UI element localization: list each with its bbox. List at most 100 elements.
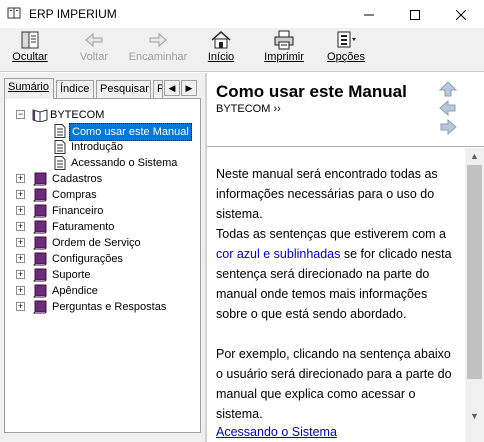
options-icon — [337, 31, 356, 48]
tree-node-topic[interactable]: Acessando o Sistema — [5, 155, 200, 171]
expand-icon[interactable]: + — [16, 222, 25, 231]
close-button[interactable] — [438, 0, 484, 28]
hide-pane-icon — [21, 31, 39, 49]
scroll-down-button[interactable]: ▼ — [465, 408, 484, 425]
help-book-icon — [7, 7, 21, 19]
tree-node-label: Financeiro — [52, 205, 104, 217]
tree-node-book[interactable]: + Cadastros — [5, 171, 200, 187]
tree-node-label: Introdução — [71, 141, 123, 153]
home-icon — [211, 30, 231, 49]
tree-node-book[interactable]: + Ordem de Serviço — [5, 235, 200, 251]
expand-icon[interactable]: + — [16, 286, 25, 295]
closed-book-icon — [32, 204, 47, 218]
maximize-button[interactable] — [392, 0, 438, 28]
tree-node-topic[interactable]: Como usar este Manual — [5, 123, 200, 141]
tab-scroll-right-button[interactable]: ▶ — [181, 80, 197, 96]
nav-tabs: Sumário Índice Pesquisar F ◀ ▶ — [4, 78, 201, 99]
expand-icon[interactable]: + — [16, 206, 25, 215]
tree-node-label: Compras — [52, 189, 97, 201]
tree-node-label: Apêndice — [52, 285, 98, 297]
minimize-button[interactable] — [346, 0, 392, 28]
tree-node-book[interactable]: + Suporte — [5, 267, 200, 283]
hide-label: Ocultar — [12, 51, 48, 63]
tab-index[interactable]: Índice — [56, 80, 94, 98]
closed-book-icon — [32, 188, 47, 202]
example-link-text: cor azul e sublinhadas — [216, 247, 341, 261]
tree-node-label: Perguntas e Respostas — [52, 301, 167, 313]
tab-scroll-left-button[interactable]: ◀ — [164, 80, 180, 96]
tree-node-book[interactable]: + Compras — [5, 187, 200, 203]
tree-node-book[interactable]: + Financeiro — [5, 203, 200, 219]
tab-search[interactable]: Pesquisar — [96, 80, 151, 98]
up-arrow-icon[interactable] — [439, 81, 457, 97]
scroll-up-button[interactable]: ▲ — [465, 148, 484, 165]
tab-favorites[interactable]: F — [153, 80, 163, 98]
tree-node-book[interactable]: + Configurações — [5, 251, 200, 267]
tree-node-root[interactable]: − BYTECOM — [5, 107, 200, 123]
paragraph-intro: Neste manual será encontrado todas as in… — [216, 167, 438, 221]
back-arrow-icon — [85, 32, 103, 48]
window-title: ERP IMPERIUM — [29, 7, 117, 21]
next-topic-icon[interactable] — [439, 119, 457, 135]
collapse-icon[interactable]: − — [16, 110, 25, 119]
navigation-pane: Sumário Índice Pesquisar F ◀ ▶ − BYTECOM — [0, 73, 205, 442]
scroll-thumb[interactable] — [467, 165, 482, 379]
close-icon — [455, 9, 467, 20]
closed-book-icon — [32, 252, 47, 266]
forward-button[interactable]: Encaminhar — [128, 30, 188, 70]
expand-icon[interactable]: + — [16, 254, 25, 263]
tab-search-label: Pesquisar — [100, 83, 149, 95]
options-label: Opções — [327, 51, 365, 63]
expand-icon[interactable]: + — [16, 190, 25, 199]
topic-pane: Como usar este Manual BYTECOM ›› Neste m… — [207, 73, 484, 442]
paragraph-text: Todas as sentenças que estiverem com a — [216, 227, 446, 241]
tree-node-topic[interactable]: Introdução — [5, 139, 200, 155]
printer-icon — [274, 30, 294, 50]
maximize-icon — [410, 9, 420, 20]
expand-icon[interactable]: + — [16, 302, 25, 311]
tree-node-label: Configurações — [52, 253, 123, 265]
closed-book-icon — [32, 220, 47, 234]
closed-book-icon — [32, 268, 47, 282]
tree-node-label: Suporte — [52, 269, 91, 281]
home-button[interactable]: Início — [204, 30, 238, 70]
forward-arrow-icon — [149, 32, 167, 48]
contents-tree: − BYTECOM Como usar este Manual Introduç… — [4, 98, 201, 433]
chevron-left-icon: ◀ — [168, 83, 176, 93]
closed-book-icon — [32, 300, 47, 314]
tab-contents[interactable]: Sumário — [4, 78, 54, 99]
options-button[interactable]: Opções — [324, 30, 368, 70]
expand-icon[interactable]: + — [16, 270, 25, 279]
tree-node-label: Acessando o Sistema — [71, 157, 178, 169]
toolbar: Ocultar Voltar Encaminhar Início Imprimi… — [0, 28, 484, 72]
paragraph-example: Por exemplo, clicando na sentença abaixo… — [216, 347, 452, 421]
chevron-up-icon: ▲ — [470, 151, 479, 161]
print-button[interactable]: Imprimir — [262, 30, 306, 70]
expand-icon[interactable]: + — [16, 174, 25, 183]
chevron-right-icon: ▶ — [185, 83, 193, 93]
open-book-icon — [32, 109, 48, 122]
previous-topic-icon[interactable] — [439, 100, 457, 116]
closed-book-icon — [32, 236, 47, 250]
page-icon — [54, 140, 66, 154]
chevron-down-icon: ▼ — [470, 411, 479, 421]
page-icon — [54, 156, 66, 170]
breadcrumb[interactable]: BYTECOM ›› — [216, 103, 281, 115]
closed-book-icon — [32, 172, 47, 186]
minimize-icon — [364, 14, 374, 16]
paragraph-links: Todas as sentenças que estiverem com a c… — [216, 224, 461, 324]
tree-node-label: Faturamento — [52, 221, 115, 233]
tree-node-label: Ordem de Serviço — [52, 237, 141, 249]
page-title: Como usar este Manual — [216, 82, 407, 101]
tree-node-label: Cadastros — [52, 173, 103, 185]
tree-node-book[interactable]: + Apêndice — [5, 283, 200, 299]
back-button[interactable]: Voltar — [76, 30, 112, 70]
vertical-scrollbar[interactable]: ▲ ▼ — [465, 148, 484, 442]
expand-icon[interactable]: + — [16, 238, 25, 247]
tree-node-book[interactable]: + Perguntas e Respostas — [5, 299, 200, 315]
tree-node-book[interactable]: + Faturamento — [5, 219, 200, 235]
page-icon — [54, 124, 66, 138]
hide-button[interactable]: Ocultar — [10, 30, 50, 70]
topic-content: Neste manual será encontrado todas as in… — [207, 148, 465, 442]
accessing-system-link[interactable]: Acessando o Sistema — [216, 425, 337, 439]
